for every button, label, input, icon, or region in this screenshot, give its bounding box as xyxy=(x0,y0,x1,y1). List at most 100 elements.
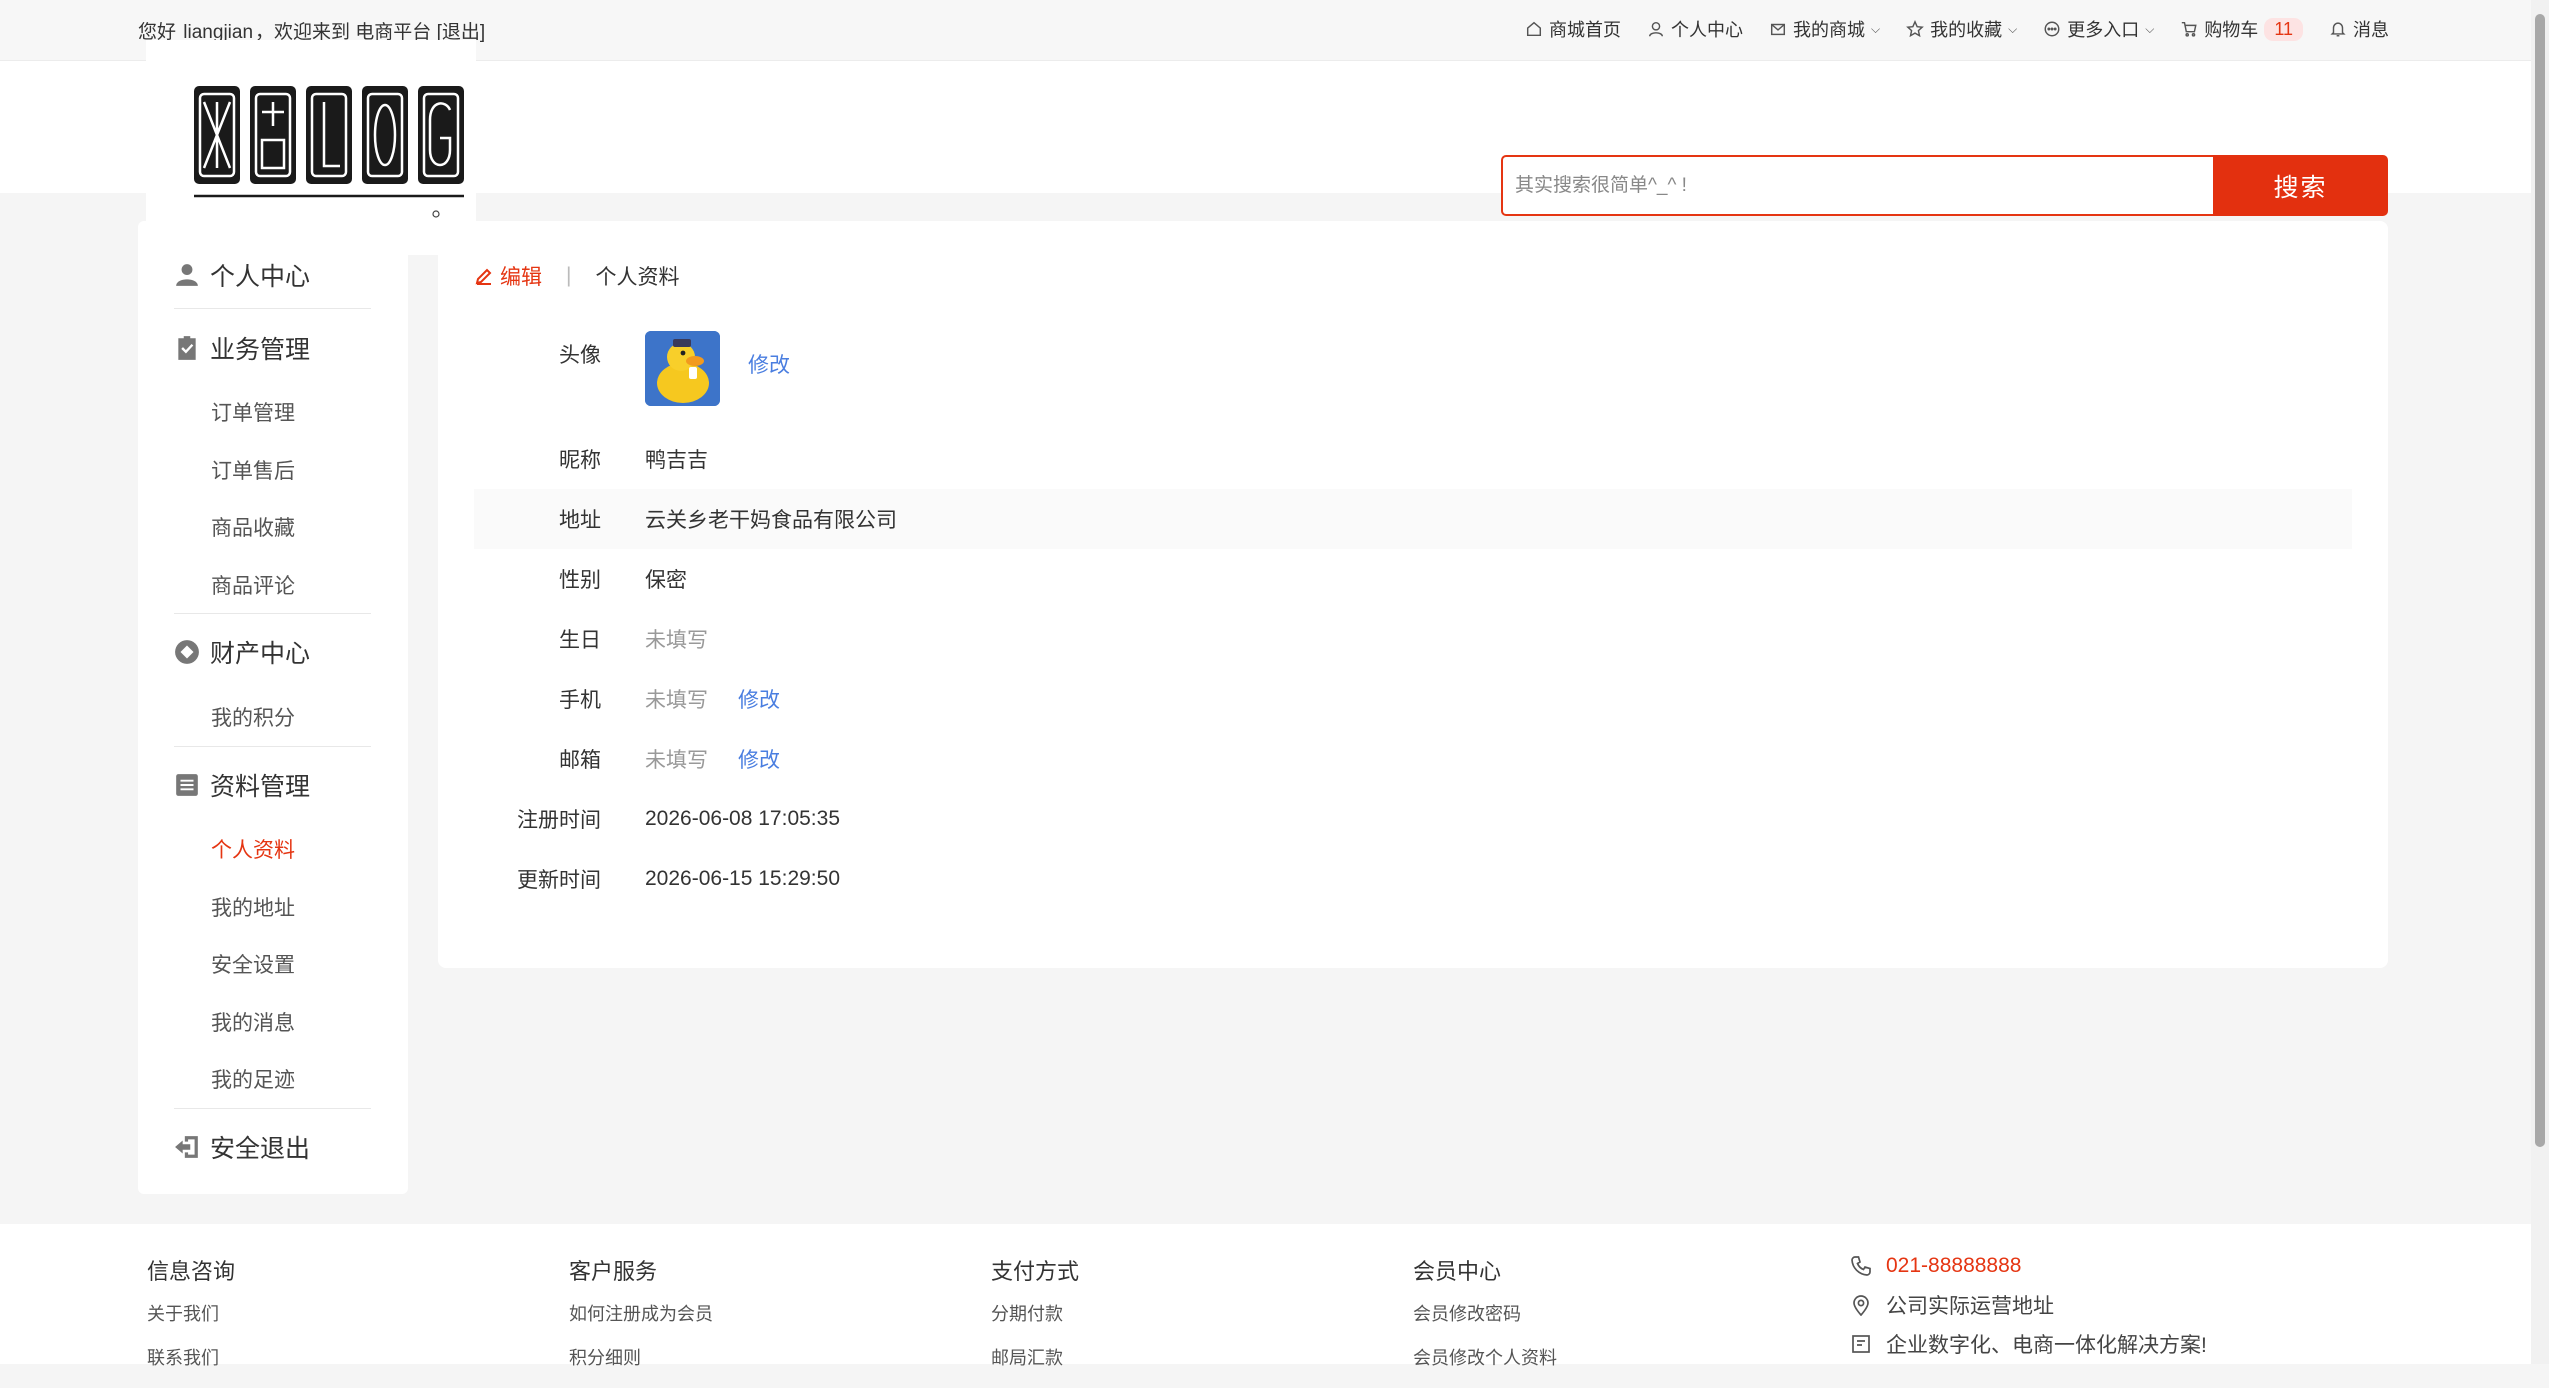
nav-cart[interactable]: 购物车 11 xyxy=(2180,16,2303,42)
field-label: 生日 xyxy=(559,629,601,652)
sidebar-item-product-reviews[interactable]: 商品评论 xyxy=(211,570,295,600)
profile-row-avatar: 头像 修改 xyxy=(474,331,2352,411)
chevron-down-icon: ⌵ xyxy=(2008,21,2018,36)
gender-value: 保密 xyxy=(645,569,687,592)
duck-avatar-image xyxy=(645,331,720,406)
cart-icon xyxy=(2182,21,2197,37)
sidebar-item-order-management[interactable]: 订单管理 xyxy=(211,397,295,427)
top-nav: 商城首页 个人中心 我的商城 ⌵ 我的收藏 ⌵ 更多入口 ⌵ 购物车 11 消息 xyxy=(1525,16,2389,42)
cart-count-badge: 11 xyxy=(2264,17,2303,41)
footer-column-title: 支付方式 xyxy=(991,1259,1080,1284)
breadcrumb-separator: | xyxy=(566,264,572,287)
email-edit-link[interactable]: 修改 xyxy=(738,744,780,774)
sidebar-item-my-footprints[interactable]: 我的足迹 xyxy=(211,1064,295,1094)
user-icon xyxy=(1648,21,1664,37)
page-scrollbar[interactable] xyxy=(2531,0,2549,1364)
inbox-icon xyxy=(176,774,198,796)
nav-messages[interactable]: 消息 xyxy=(2329,16,2389,42)
field-label: 昵称 xyxy=(559,449,601,472)
contact-phone: 021-88888888 xyxy=(1850,1246,2207,1285)
field-label: 性别 xyxy=(559,569,601,592)
nav-myshop[interactable]: 我的商城 ⌵ xyxy=(1769,16,1880,42)
sidebar-section-title: 安全退出 xyxy=(210,1135,311,1163)
sidebar-item-personal-info[interactable]: 个人资料 xyxy=(211,834,295,864)
nav-more[interactable]: 更多入口 ⌵ xyxy=(2043,16,2154,42)
field-label: 地址 xyxy=(559,509,601,532)
contact-phone-number: 021-88888888 xyxy=(1886,1253,2022,1277)
footer-column-member: 会员中心 会员修改密码 会员修改个人资料 xyxy=(1413,1254,1557,1388)
footer-link[interactable]: 联系我们 xyxy=(147,1344,235,1370)
search-input[interactable] xyxy=(1501,155,2213,216)
profile-row-updated: 更新时间 2026-06-15 15:29:50 xyxy=(474,849,2352,909)
pencil-icon xyxy=(475,268,492,285)
sidebar-item-my-messages[interactable]: 我的消息 xyxy=(211,1007,295,1037)
sidebar-section-assets[interactable]: 财产中心 xyxy=(174,634,310,670)
registered-value: 2026-06-08 17:05:35 xyxy=(645,807,840,830)
breadcrumb-current: 个人资料 xyxy=(595,266,680,289)
contact-slogan-text: 企业数字化、电商一体化解决方案! xyxy=(1886,1333,2207,1357)
chevron-down-icon: ⌵ xyxy=(1870,21,1881,36)
sidebar-divider xyxy=(174,746,371,747)
nav-messages-label: 消息 xyxy=(2353,20,2389,40)
footer-link[interactable]: 积分细则 xyxy=(569,1344,713,1370)
sidebar-item-my-points[interactable]: 我的积分 xyxy=(211,702,295,732)
phone-value: 未填写 修改 xyxy=(645,684,780,714)
email-value: 未填写 修改 xyxy=(645,744,780,774)
sidebar-item-product-favorites[interactable]: 商品收藏 xyxy=(211,512,295,542)
profile-row-birthday: 生日 未填写 xyxy=(474,609,2352,669)
nav-myshop-label: 我的商城 xyxy=(1792,20,1865,40)
edit-label: 编辑 xyxy=(500,266,542,289)
footer-column-info: 信息咨询 关于我们 联系我们 xyxy=(147,1254,235,1388)
sidebar-divider xyxy=(174,308,371,309)
footer-link[interactable]: 如何注册成为会员 xyxy=(569,1300,713,1326)
search-button[interactable]: 搜索 xyxy=(2213,155,2388,216)
contact-slogan: 企业数字化、电商一体化解决方案! xyxy=(1850,1324,2207,1363)
sidebar-item-security-settings[interactable]: 安全设置 xyxy=(211,949,295,979)
sidebar-section-business[interactable]: 业务管理 xyxy=(174,330,310,366)
document-icon xyxy=(1852,1334,1870,1353)
chevron-down-icon: ⌵ xyxy=(2145,21,2155,36)
nav-center[interactable]: 个人中心 xyxy=(1647,16,1743,42)
field-label: 头像 xyxy=(559,344,601,367)
sidebar-section-title: 财产中心 xyxy=(210,640,311,668)
phone-edit-link[interactable]: 修改 xyxy=(738,684,780,714)
scrollbar-thumb[interactable] xyxy=(2535,14,2545,1147)
star-icon xyxy=(1906,20,1924,38)
footer-link[interactable]: 邮局汇款 xyxy=(991,1344,1079,1370)
sidebar-item-my-address[interactable]: 我的地址 xyxy=(211,892,295,922)
footer-link[interactable]: 分期付款 xyxy=(991,1300,1079,1326)
address-value: 云关乡老干妈食品有限公司 xyxy=(645,509,897,532)
footer-link[interactable]: 关于我们 xyxy=(147,1300,235,1326)
footer-link[interactable]: 会员修改个人资料 xyxy=(1413,1344,1557,1370)
footer-link[interactable]: 会员修改密码 xyxy=(1413,1300,1557,1326)
profile-row-nickname: 昵称 鸭吉吉 xyxy=(474,429,2352,489)
avatar-value: 修改 xyxy=(645,331,790,406)
avatar xyxy=(645,331,720,406)
diamond-circle-icon xyxy=(175,640,199,664)
sidebar-section-personal-center[interactable]: 个人中心 xyxy=(174,257,310,293)
nav-center-label: 个人中心 xyxy=(1670,20,1743,40)
exit-icon xyxy=(175,1136,198,1158)
footer-column-title: 信息咨询 xyxy=(147,1259,236,1284)
sidebar-section-logout[interactable]: 安全退出 xyxy=(174,1129,310,1165)
sidebar-section-title: 业务管理 xyxy=(210,336,311,364)
clipboard-check-icon xyxy=(178,336,196,360)
footer: 信息咨询 关于我们 联系我们 客户服务 如何注册成为会员 积分细则 支付方式 分… xyxy=(0,1224,2531,1368)
sidebar-section-profile-management[interactable]: 资料管理 xyxy=(174,767,310,803)
field-label: 手机 xyxy=(559,689,601,712)
nav-more-label: 更多入口 xyxy=(2067,20,2140,40)
sidebar: 个人中心 业务管理 订单管理 订单售后 商品收藏 商品评论 财产中心 我的积分 … xyxy=(138,221,408,1194)
profile-row-phone: 手机 未填写 修改 xyxy=(474,669,2352,729)
nav-home-label: 商城首页 xyxy=(1548,20,1621,40)
footer-column-service: 客户服务 如何注册成为会员 积分细则 xyxy=(569,1254,713,1388)
contact-address: 公司实际运营地址 xyxy=(1850,1285,2207,1324)
nav-favorites-label: 我的收藏 xyxy=(1930,20,2003,40)
nav-favorites[interactable]: 我的收藏 ⌵ xyxy=(1906,16,2017,42)
edit-button[interactable]: 编辑 xyxy=(474,261,542,291)
sidebar-item-after-sales[interactable]: 订单售后 xyxy=(211,455,295,485)
location-icon xyxy=(1853,1294,1869,1316)
avatar-edit-link[interactable]: 修改 xyxy=(748,349,790,379)
profile-row-registered: 注册时间 2026-06-08 17:05:35 xyxy=(474,789,2352,849)
nav-home[interactable]: 商城首页 xyxy=(1525,16,1621,42)
profile-panel: 编辑 | 个人资料 头像 修改 昵称 鸭吉吉 地址 云关乡老干妈食品有限公司 性… xyxy=(438,221,2388,968)
